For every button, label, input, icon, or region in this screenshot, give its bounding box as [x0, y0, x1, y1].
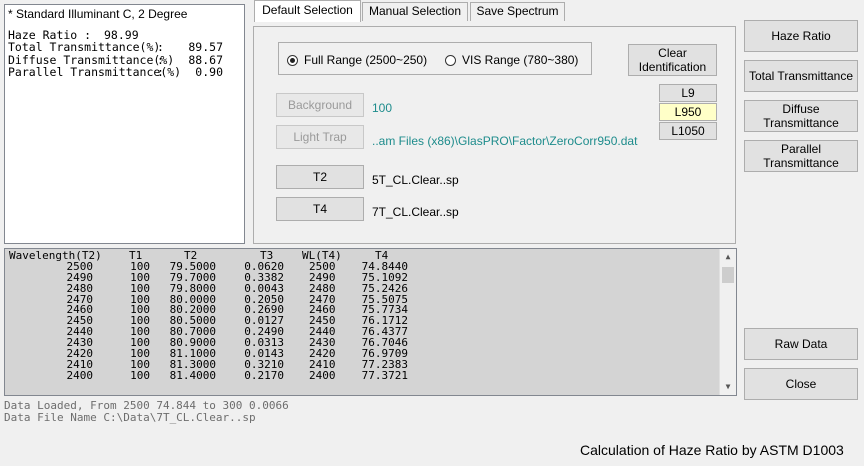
- t2-button-label: T2: [312, 170, 327, 184]
- table-cell: 2400: [309, 368, 336, 382]
- table-row: 2400 100 81.4000 0.2170 2400 77.3721: [5, 368, 736, 382]
- tab-save-spectrum[interactable]: Save Spectrum: [470, 2, 565, 21]
- t2-file-name: 5T_CL.Clear..sp: [372, 173, 459, 187]
- result-colon: :: [157, 40, 164, 55]
- parallel-transmittance-button[interactable]: Parallel Transmittance: [744, 140, 858, 172]
- close-button-label: Close: [785, 377, 817, 391]
- table-cell: 0.2170: [244, 368, 284, 382]
- scroll-down-icon[interactable]: ▼: [720, 379, 736, 395]
- l1050-label: L1050: [671, 124, 705, 138]
- total-transmittance-row: Total Transmittance(%) : 89.57: [8, 41, 241, 53]
- illuminant-header: * Standard Illuminant C, 2 Degree: [8, 7, 188, 21]
- footer-caption: Calculation of Haze Ratio by ASTM D1003: [580, 442, 844, 458]
- radio-selected-icon: [287, 54, 298, 66]
- scroll-thumb[interactable]: [722, 267, 734, 283]
- clear-identification-button[interactable]: Clear Identification: [628, 44, 717, 76]
- result-label: Total Transmittance(%): [8, 40, 161, 55]
- result-label: Parallel Transmittance(%): [8, 64, 182, 79]
- background-button[interactable]: Background: [276, 93, 364, 117]
- status-file-name: Data File Name C:\Data\7T_CL.Clear..sp: [4, 411, 256, 424]
- results-panel: * Standard Illuminant C, 2 Degree Haze R…: [4, 4, 245, 244]
- diffuse-transmittance-button[interactable]: Diffuse Transmittance: [744, 100, 858, 132]
- result-value: 88.67: [188, 52, 223, 67]
- table-cell: 81.4000: [169, 368, 216, 382]
- result-value: 0.90: [195, 64, 223, 79]
- tab-default-selection[interactable]: Default Selection: [254, 0, 361, 22]
- table-cell: 2400: [66, 368, 94, 382]
- light-trap-button-label: Light Trap: [293, 130, 347, 144]
- haze-ratio-button-label: Haze Ratio: [771, 29, 831, 43]
- diffuse-transmittance-button-label: Diffuse Transmittance: [763, 102, 839, 130]
- t2-button[interactable]: T2: [276, 165, 364, 189]
- t4-button[interactable]: T4: [276, 197, 364, 221]
- radio-unselected-icon: [445, 54, 456, 66]
- total-transmittance-button[interactable]: Total Transmittance: [744, 60, 858, 92]
- table-cell: 100: [130, 368, 150, 382]
- tab-manual-selection[interactable]: Manual Selection: [362, 2, 468, 21]
- parallel-transmittance-row: Parallel Transmittance(%) : 0.90: [8, 66, 241, 78]
- l9-label: L9: [681, 86, 695, 100]
- vis-range-radio[interactable]: VIS Range (780~380): [445, 53, 578, 67]
- diffuse-transmittance-row: Diffuse Transmittance(%) : 88.67: [8, 52, 241, 67]
- full-range-radio[interactable]: Full Range (2500~250): [287, 53, 427, 67]
- parallel-transmittance-button-label: Parallel Transmittance: [763, 142, 839, 170]
- table-scrollbar[interactable]: ▲ ▼: [719, 249, 736, 395]
- raw-data-button[interactable]: Raw Data: [744, 328, 858, 360]
- total-transmittance-button-label: Total Transmittance: [748, 69, 854, 83]
- l950-label: L950: [674, 105, 702, 119]
- l1050-button[interactable]: L1050: [659, 122, 717, 140]
- spectrum-data-table[interactable]: Wavelength(T2) T1 T2 T3 WL(T4) T4 2500 10…: [4, 248, 737, 396]
- clear-identification-label: Clear Identification: [638, 46, 707, 74]
- result-label: Diffuse Transmittance(%): [8, 52, 175, 67]
- close-button[interactable]: Close: [744, 368, 858, 400]
- l9-button[interactable]: L9: [659, 84, 717, 102]
- table-body: 2500 100 79.5000 0.0620 2500 74.8440 2490 100 79…: [5, 261, 736, 382]
- background-button-label: Background: [287, 98, 353, 112]
- raw-data-button-label: Raw Data: [774, 337, 828, 351]
- result-value: 89.57: [188, 40, 223, 55]
- result-colon: :: [157, 52, 164, 67]
- light-trap-button[interactable]: Light Trap: [276, 125, 364, 149]
- l950-button[interactable]: L950: [659, 103, 717, 121]
- haze-ratio-button[interactable]: Haze Ratio: [744, 20, 858, 52]
- vis-range-label: VIS Range (780~380): [462, 53, 579, 67]
- background-value: 100: [372, 101, 393, 115]
- scroll-up-icon[interactable]: ▲: [720, 249, 736, 265]
- range-group: Full Range (2500~250) VIS Range (780~380…: [278, 42, 592, 75]
- result-colon: :: [157, 64, 164, 79]
- t4-file-name: 7T_CL.Clear..sp: [372, 205, 459, 219]
- full-range-label: Full Range (2500~250): [304, 53, 428, 67]
- light-trap-path: ..am Files (x86)\GlasPRO\Factor\ZeroCorr…: [372, 134, 638, 148]
- t4-button-label: T4: [312, 202, 327, 216]
- table-cell: 77.3721: [361, 368, 408, 382]
